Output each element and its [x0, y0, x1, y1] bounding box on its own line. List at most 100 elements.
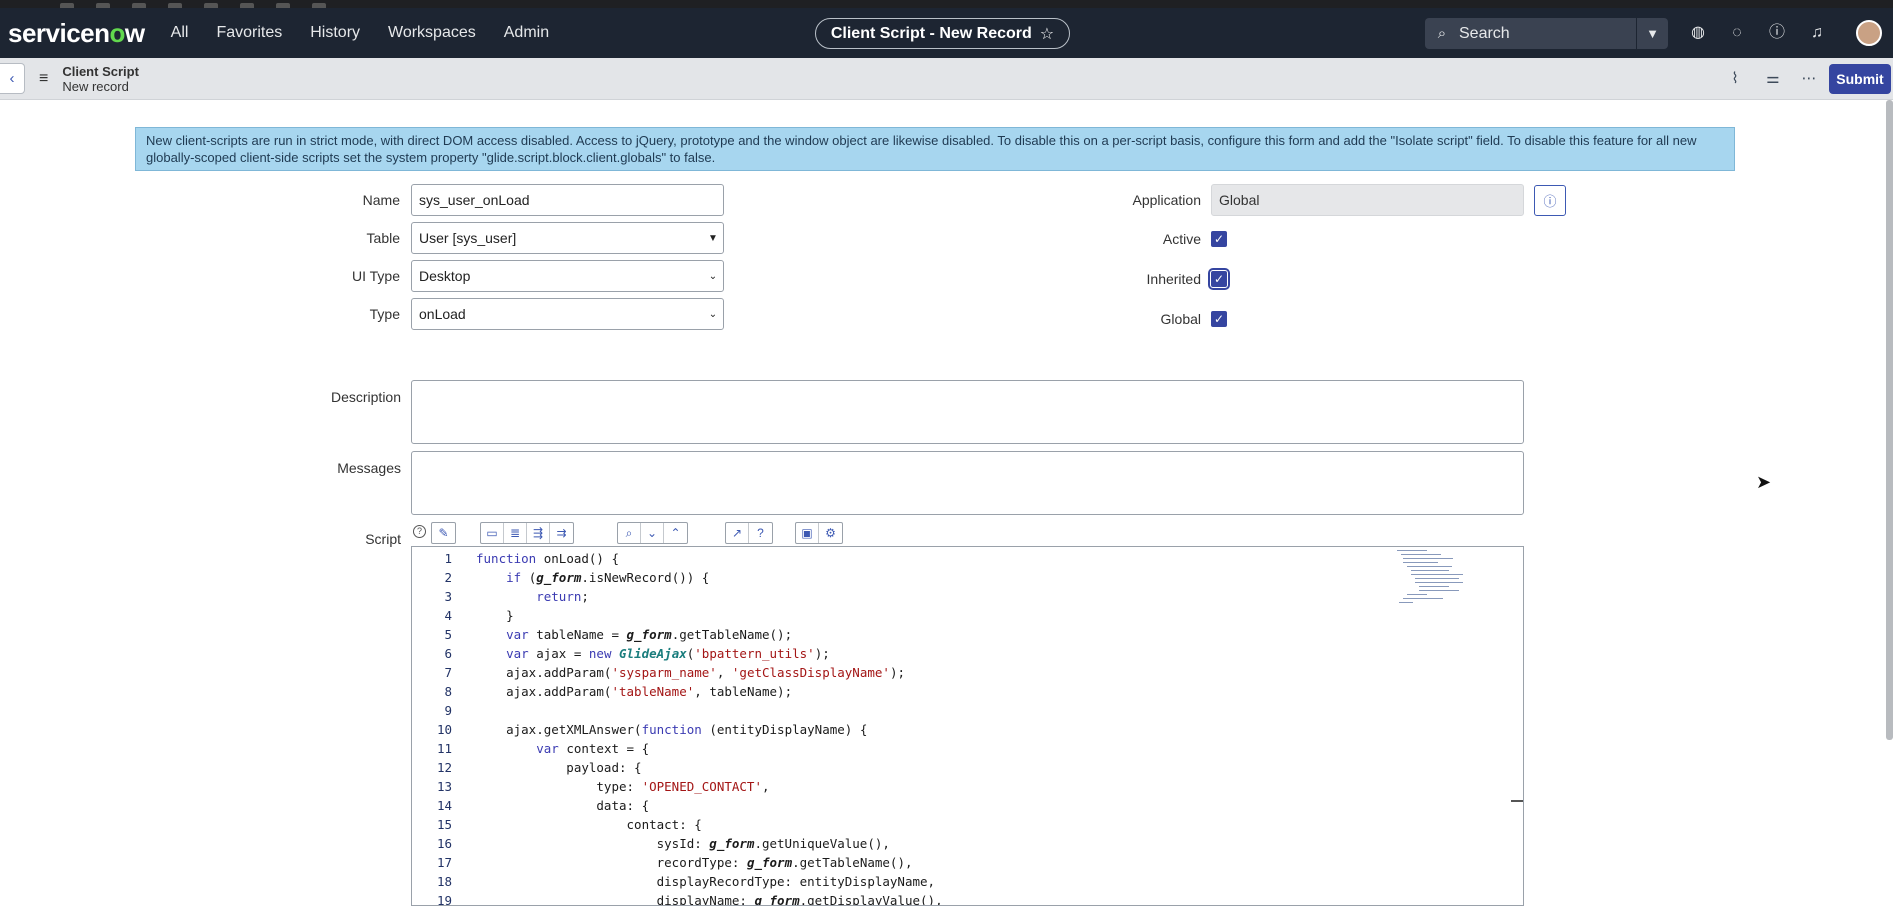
insert-snippet-icon[interactable]: ⇶	[527, 523, 550, 543]
code-text: sysId: g_form.getUniqueValue(),	[476, 836, 890, 851]
application-label: Application	[1132, 192, 1202, 208]
replace-all-icon[interactable]: ⇉	[550, 523, 573, 543]
form-title: Client Script	[62, 63, 139, 79]
context-title-pill[interactable]: Client Script - New Record ☆	[815, 18, 1070, 49]
editor-scroll-marker	[1511, 800, 1523, 802]
code-line[interactable]: 3 return;	[412, 587, 589, 606]
script-help-icon[interactable]: ?	[413, 525, 426, 538]
code-text: data: {	[476, 798, 650, 813]
line-number: 4	[444, 608, 452, 623]
code-line[interactable]: 19 displayName: g_form.getDisplayValue()…	[412, 891, 943, 906]
code-line[interactable]: 9	[412, 701, 476, 720]
code-line[interactable]: 18 displayRecordType: entityDisplayName,	[412, 872, 935, 891]
application-value: Global	[1219, 192, 1260, 208]
save-toolbar-group: ▣ ⚙	[795, 522, 843, 544]
hamburger-icon[interactable]: ≡	[39, 70, 48, 88]
globe-icon[interactable]: ◍	[1687, 22, 1709, 44]
code-line[interactable]: 12 payload: {	[412, 758, 642, 777]
line-number: 6	[444, 646, 452, 661]
script-label: Script	[365, 531, 401, 547]
code-line[interactable]: 5 var tableName = g_form.getTableName();	[412, 625, 792, 644]
nav-history[interactable]: History	[310, 24, 360, 42]
line-number: 5	[444, 627, 452, 642]
code-line[interactable]: 14 data: {	[412, 796, 649, 815]
line-number: 1	[444, 551, 452, 566]
search-icon[interactable]: ⌕	[618, 523, 641, 543]
line-number: 3	[444, 589, 452, 604]
comment-toolbar-group: ▭ ≣ ⇶ ⇉	[480, 522, 574, 544]
code-line[interactable]: 10 ajax.getXMLAnswer(function (entityDis…	[412, 720, 867, 739]
line-number: 11	[436, 741, 452, 756]
search-scope-dropdown[interactable]: ▼	[1636, 18, 1668, 49]
code-line[interactable]: 15 contact: {	[412, 815, 702, 834]
script-editor[interactable]: 1 function onLoad() {2 if (g_form.isNewRe…	[411, 546, 1524, 906]
type-select[interactable]: onLoad ⌄	[411, 298, 724, 330]
uitype-label: UI Type	[352, 268, 400, 284]
save-icon[interactable]: ▣	[796, 523, 819, 543]
table-label: Table	[366, 230, 400, 246]
table-value: User [sys_user]	[419, 230, 517, 246]
code-line[interactable]: 4 }	[412, 606, 514, 625]
line-number: 9	[444, 703, 452, 718]
help-icon[interactable]: ⓘ	[1766, 22, 1788, 44]
avatar[interactable]	[1856, 20, 1882, 46]
uitype-select[interactable]: Desktop ⌄	[411, 260, 724, 292]
code-line[interactable]: 6 var ajax = new GlideAjax('bpattern_uti…	[412, 644, 829, 663]
star-icon[interactable]: ☆	[1040, 24, 1054, 44]
messages-label: Messages	[337, 460, 401, 476]
description-textarea[interactable]	[411, 380, 1524, 444]
code-text: displayName: g_form.getDisplayValue(),	[476, 893, 943, 906]
code-text: ajax.addParam('sysparm_name', 'getClassD…	[476, 665, 905, 680]
settings-sliders-icon[interactable]: ⚌	[1762, 68, 1784, 90]
chat-icon[interactable]: ◌	[1726, 22, 1748, 44]
comment-icon[interactable]: ▭	[481, 523, 504, 543]
submit-button[interactable]: Submit	[1829, 64, 1891, 94]
global-search[interactable]: ⌕ Search ▼	[1425, 18, 1668, 49]
code-text: return;	[536, 589, 589, 604]
line-number: 2	[444, 570, 452, 585]
format-code-icon[interactable]: ≣	[504, 523, 527, 543]
nav-all[interactable]: All	[171, 24, 189, 42]
chevron-down-icon: ⌄	[708, 308, 718, 320]
nav-workspaces[interactable]: Workspaces	[388, 24, 476, 42]
nav-favorites[interactable]: Favorites	[216, 24, 282, 42]
attachment-icon[interactable]: ⌇	[1724, 68, 1746, 90]
messages-textarea[interactable]	[411, 451, 1524, 515]
code-line[interactable]: 8 ajax.addParam('tableName', tableName);	[412, 682, 792, 701]
code-text: }	[476, 608, 514, 623]
code-line[interactable]: 13 type: 'OPENED_CONTACT',	[412, 777, 770, 796]
code-line[interactable]: 11 var context = {	[412, 739, 649, 758]
nav-admin[interactable]: Admin	[504, 24, 549, 42]
global-checkbox[interactable]: ✓	[1211, 311, 1227, 327]
name-field[interactable]: sys_user_onLoad	[411, 184, 724, 216]
script-debug-icon[interactable]: ⚙	[819, 523, 842, 543]
bell-icon[interactable]: ♫	[1806, 22, 1828, 44]
code-line[interactable]: 7 ajax.addParam('sysparm_name', 'getClas…	[412, 663, 905, 682]
search-input[interactable]: Search	[1459, 25, 1510, 43]
application-info-button[interactable]: ⓘ	[1534, 185, 1566, 216]
active-checkbox[interactable]: ✓	[1211, 231, 1227, 247]
toggle-syntax-button[interactable]: ✎	[431, 522, 456, 544]
code-line[interactable]: 2 if (g_form.isNewRecord()) {	[412, 568, 709, 587]
application-field: Global	[1211, 184, 1524, 216]
servicenow-logo[interactable]: servicenow	[8, 18, 145, 49]
more-icon[interactable]: ⋯	[1798, 68, 1820, 90]
code-minimap[interactable]	[1397, 549, 1477, 609]
line-number: 13	[436, 779, 452, 794]
code-line[interactable]: 1 function onLoad() {	[412, 549, 619, 568]
page-scrollbar[interactable]	[1886, 100, 1893, 740]
form-header: ‹ ≡ Client Script New record ⌇ ⚌ ⋯ Submi…	[0, 58, 1893, 100]
fullscreen-icon[interactable]: ↗	[726, 523, 749, 543]
help-circle-icon[interactable]: ?	[749, 523, 772, 543]
code-line[interactable]: 16 sysId: g_form.getUniqueValue(),	[412, 834, 890, 853]
chevron-down-icon[interactable]: ⌄	[641, 523, 664, 543]
code-line[interactable]: 17 recordType: g_form.getTableName(),	[412, 853, 913, 872]
table-select[interactable]: User [sys_user] ▼	[411, 222, 724, 254]
chevron-up-icon[interactable]: ⌃	[664, 523, 687, 543]
context-title: Client Script - New Record	[830, 24, 1032, 42]
back-button[interactable]: ‹	[0, 63, 25, 94]
syntax-toggle-icon[interactable]: ✎	[432, 523, 455, 543]
inherited-checkbox[interactable]: ✓	[1208, 268, 1230, 290]
code-text: ajax.getXMLAnswer(function (entityDispla…	[476, 722, 868, 737]
description-label: Description	[330, 389, 401, 405]
